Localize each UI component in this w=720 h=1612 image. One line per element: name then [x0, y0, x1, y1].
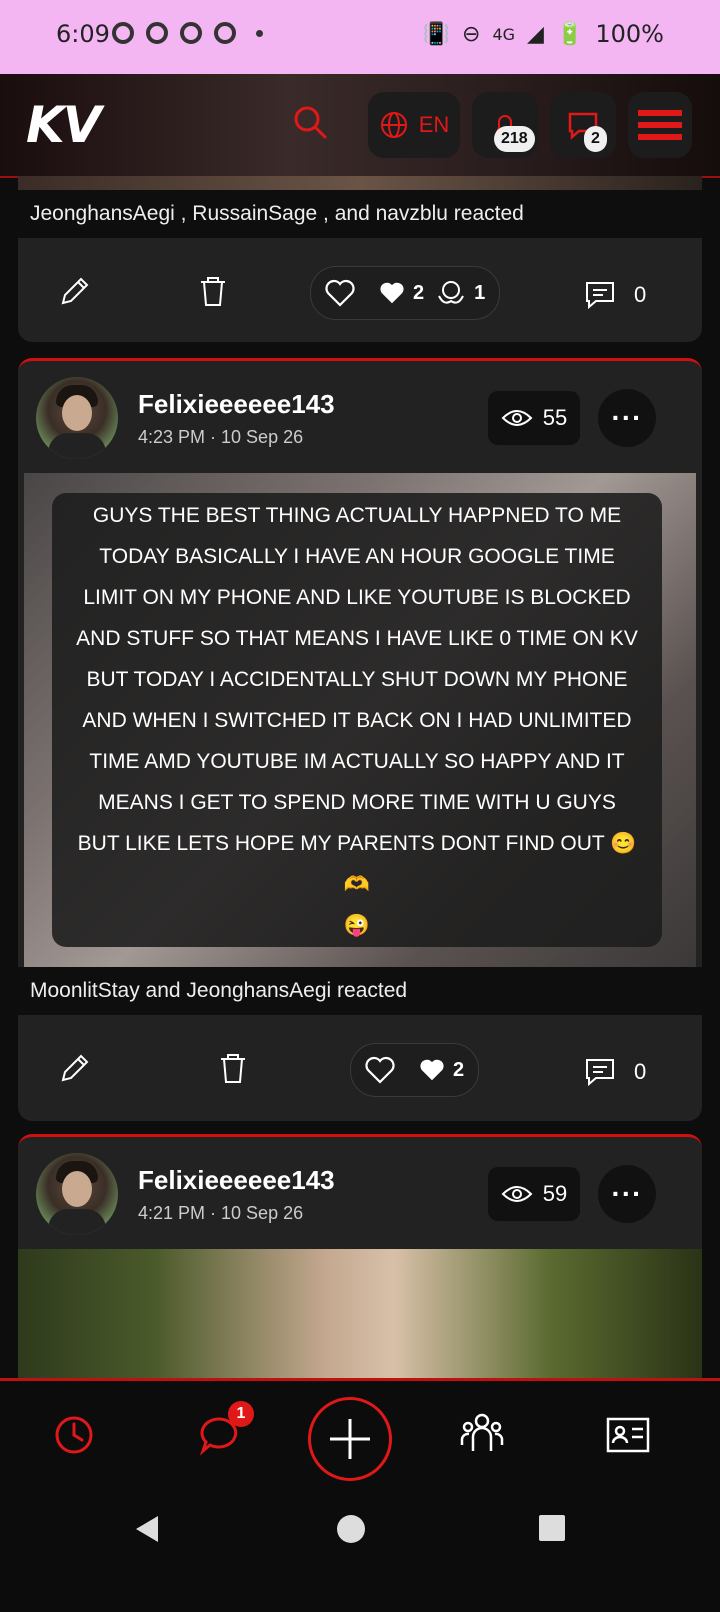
delete-icon[interactable] [196, 274, 230, 308]
post-image-bottom [18, 176, 702, 190]
avatar[interactable] [36, 377, 118, 459]
post-card: JeonghansAegi , RussainSage , and navzbl… [18, 176, 702, 342]
post-text-box: GUYS THE BEST THING ACTUALLY HAPPNED TO … [52, 493, 662, 947]
post-body: GUYS THE BEST THING ACTUALLY HAPPNED TO … [76, 503, 638, 937]
reactions-summary[interactable]: JeonghansAegi , RussainSage , and navzbl… [18, 190, 702, 238]
edit-icon[interactable] [58, 1051, 92, 1085]
post-card: Felixieeeeee143 4:21 PM · 10 Sep 26 59 ·… [18, 1134, 702, 1397]
like-count-group: 2 [379, 281, 424, 305]
app-header: KV EN 218 2 [0, 74, 720, 178]
views-count: 59 [542, 1181, 568, 1206]
notifications-badge: 218 [494, 126, 535, 152]
home-icon[interactable] [336, 1514, 366, 1544]
hug-count: 1 [474, 281, 486, 304]
back-icon[interactable] [132, 1514, 162, 1544]
status-system-icons: 📳 ⊖ 4G ◢ 🔋 100% [423, 20, 664, 48]
chrome-notification-icon [146, 22, 168, 44]
like-count: 2 [413, 281, 425, 304]
community-icon[interactable] [460, 1411, 504, 1455]
clock-icon[interactable] [52, 1413, 96, 1457]
plus-icon [330, 1419, 370, 1459]
globe-icon [380, 112, 407, 138]
comment-count: 0 [634, 1059, 647, 1084]
delete-icon[interactable] [216, 1051, 250, 1085]
app-logo[interactable]: KV [26, 96, 101, 154]
messages-button[interactable]: 2 [550, 92, 616, 158]
recents-icon[interactable] [538, 1514, 566, 1542]
post-username[interactable]: Felixieeeeee143 [138, 389, 335, 420]
status-notification-icons [112, 22, 263, 44]
like-outline-icon[interactable] [365, 1056, 395, 1084]
post-header: Felixieeeeee143 4:21 PM · 10 Sep 26 59 ·… [18, 1137, 702, 1249]
post-image[interactable] [18, 1249, 702, 1389]
post-actions: 2 0 [18, 1017, 702, 1119]
status-bar: 6:09 📳 ⊖ 4G ◢ 🔋 100% [0, 0, 720, 74]
profile-card-icon[interactable] [606, 1413, 650, 1457]
edit-icon[interactable] [58, 274, 92, 308]
heart-filled-icon [420, 1059, 444, 1081]
dnd-icon: ⊖ [462, 21, 481, 47]
post-timestamp: 4:21 PM · 10 Sep 26 [138, 1203, 304, 1223]
bottom-navigation: 1 [0, 1378, 720, 1491]
vibrate-icon: 📳 [422, 21, 451, 47]
comment-icon [586, 282, 614, 310]
like-outline-icon[interactable] [325, 279, 355, 307]
language-label: EN [418, 112, 450, 137]
views-counter: 59 [488, 1167, 580, 1221]
avatar[interactable] [36, 1153, 118, 1235]
post-actions: 2 1 0 [18, 240, 702, 342]
search-icon[interactable] [292, 104, 328, 140]
comments-button[interactable]: 0 [584, 1057, 646, 1087]
like-count-group: 2 [419, 1058, 464, 1082]
hug-icon [438, 281, 465, 304]
language-button[interactable]: EN [368, 92, 460, 158]
network-label: 4G [492, 24, 516, 44]
battery-level: 100% [595, 20, 664, 48]
hamburger-menu-icon [638, 110, 682, 140]
chrome-notification-icon [180, 22, 202, 44]
chat-badge: 1 [228, 1401, 254, 1427]
post-username[interactable]: Felixieeeeee143 [138, 1165, 335, 1196]
chrome-notification-icon [112, 22, 134, 44]
chrome-notification-icon [214, 22, 236, 44]
reaction-pill[interactable]: 2 [350, 1043, 480, 1097]
status-time: 6:09 [56, 20, 110, 48]
reactions-summary[interactable]: MoonlitStay and JeonghansAegi reacted [18, 967, 702, 1015]
eye-icon [501, 410, 533, 426]
post-timestamp: 4:23 PM · 10 Sep 26 [138, 427, 304, 447]
heart-filled-icon [380, 282, 404, 304]
eye-icon [501, 1186, 533, 1202]
comments-button[interactable]: 0 [584, 280, 646, 310]
comment-icon [586, 1059, 614, 1087]
hug-count-group: 1 [436, 279, 485, 307]
reaction-pill[interactable]: 2 1 [310, 266, 501, 320]
create-post-button[interactable] [308, 1397, 392, 1481]
more-options-button[interactable]: ··· [598, 389, 656, 447]
battery-icon: 🔋 [555, 21, 584, 47]
notifications-button[interactable]: 218 [472, 92, 538, 158]
like-count: 2 [453, 1058, 465, 1081]
more-options-button[interactable]: ··· [598, 1165, 656, 1223]
post-card: Felixieeeeee143 4:23 PM · 10 Sep 26 55 ·… [18, 358, 702, 1121]
post-background-image: GUYS THE BEST THING ACTUALLY HAPPNED TO … [24, 473, 696, 967]
signal-icon: ◢ [527, 21, 544, 47]
more-notifications-dot [256, 29, 263, 37]
comment-count: 0 [634, 282, 647, 307]
views-count: 55 [542, 405, 568, 430]
post-header: Felixieeeeee143 4:23 PM · 10 Sep 26 55 ·… [18, 361, 702, 473]
menu-button[interactable] [628, 92, 692, 158]
messages-badge: 2 [584, 126, 607, 152]
views-counter: 55 [488, 391, 580, 445]
system-navigation-bar [0, 1488, 720, 1612]
